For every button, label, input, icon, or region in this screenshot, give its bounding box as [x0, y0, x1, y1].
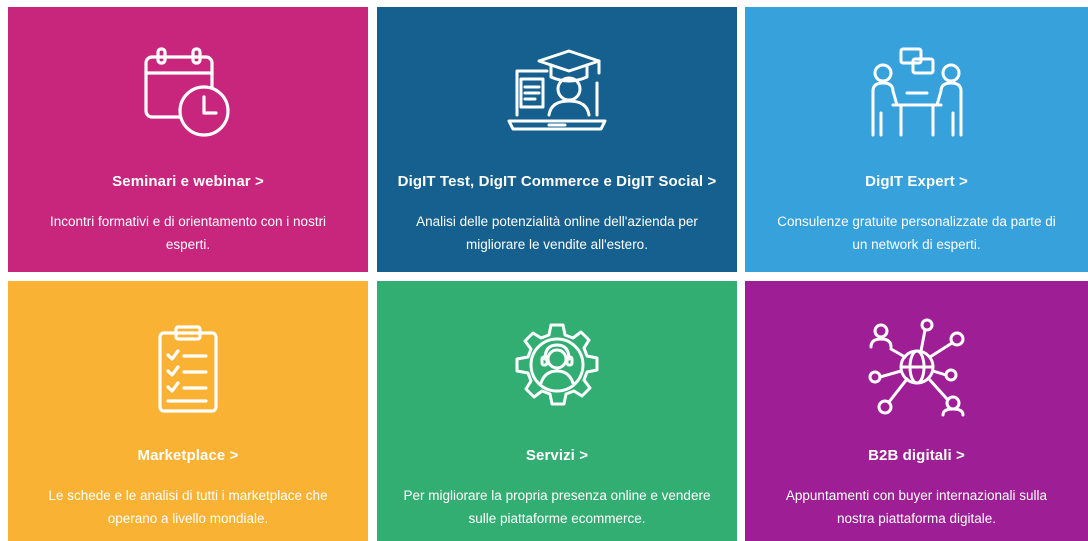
services-grid: Seminari e webinar > Incontri formativi …	[0, 0, 1088, 541]
card-description: Analisi delle potenzialità online dell'a…	[416, 214, 698, 252]
card-digit-test[interactable]: DigIT Test, DigIT Commerce e DigIT Socia…	[377, 7, 737, 272]
card-title[interactable]: B2B digitali >	[745, 447, 1088, 464]
laptop-graduation-icon	[507, 43, 607, 143]
card-title[interactable]: DigIT Expert >	[745, 173, 1088, 190]
card-digit-expert[interactable]: DigIT Expert > Consulenze gratuite perso…	[745, 7, 1088, 272]
card-description: Incontri formativi e di orientamento con…	[49, 214, 327, 252]
card-title[interactable]: DigIT Test, DigIT Commerce e DigIT Socia…	[377, 173, 737, 190]
gear-support-agent-icon	[507, 315, 607, 415]
globe-network-people-icon	[867, 317, 967, 417]
card-b2b-digitali[interactable]: B2B digitali > Appuntamenti con buyer in…	[745, 281, 1088, 541]
card-description: Consulenze gratuite personalizzate da pa…	[777, 214, 1056, 252]
consultation-table-icon	[867, 43, 967, 143]
card-title[interactable]: Servizi >	[377, 447, 737, 464]
card-marketplace[interactable]: Marketplace > Le schede e le analisi di …	[8, 281, 368, 541]
card-description: Per migliorare la propria presenza onlin…	[403, 488, 711, 526]
card-description: Appuntamenti con buyer internazionali su…	[785, 488, 1048, 526]
clipboard-checklist-icon	[138, 321, 238, 421]
card-seminari-webinar[interactable]: Seminari e webinar > Incontri formativi …	[8, 7, 368, 272]
card-servizi[interactable]: Servizi > Per migliorare la propria pres…	[377, 281, 737, 541]
card-description: Le schede e le analisi di tutti i market…	[48, 488, 328, 526]
calendar-clock-icon	[138, 43, 238, 143]
card-title[interactable]: Marketplace >	[8, 447, 368, 464]
card-title[interactable]: Seminari e webinar >	[8, 173, 368, 190]
